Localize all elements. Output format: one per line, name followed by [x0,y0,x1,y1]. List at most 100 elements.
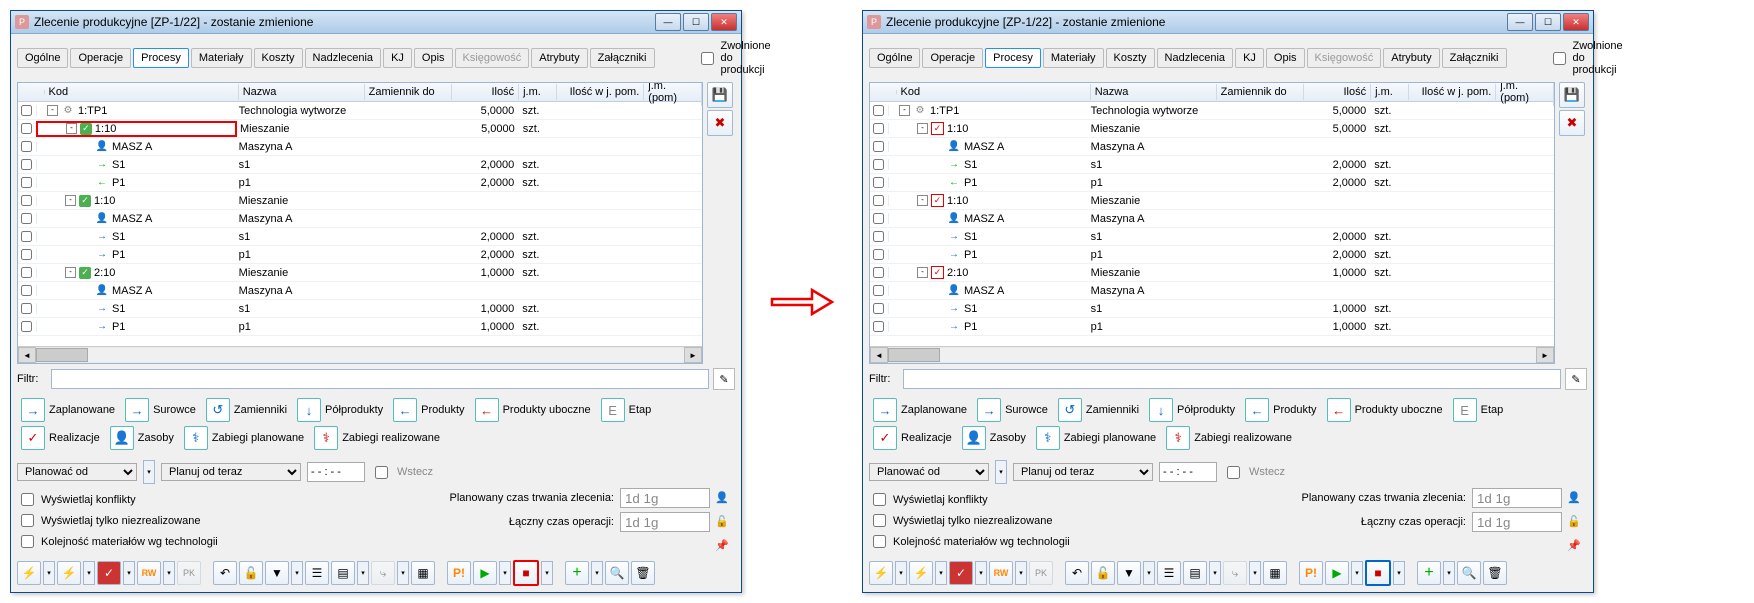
dropdown-icon[interactable]: ▾ [143,460,155,484]
minimize-button[interactable]: — [1507,13,1533,31]
tree-row[interactable]: ←P1p12,0000szt. [18,174,702,192]
rw-button[interactable]: RW [137,561,161,585]
tree-row[interactable]: →S1s12,0000szt. [870,228,1554,246]
tree-row[interactable]: -✓2:10Mieszanie1,0000szt. [870,264,1554,282]
expand-icon[interactable]: - [47,105,58,116]
tree-row[interactable]: -✓2:10Mieszanie1,0000szt. [18,264,702,282]
lightning-button[interactable]: ⚡ [17,561,41,585]
tab-kj[interactable]: KJ [1235,48,1264,68]
tab-procesy[interactable]: Procesy [985,48,1041,68]
titlebar[interactable]: P Zlecenie produkcyjne [ZP-1/22] - zosta… [11,11,741,34]
row-checkbox[interactable] [873,267,884,278]
tab-załączniki[interactable]: Załączniki [1442,48,1507,68]
tab-załączniki[interactable]: Załączniki [590,48,655,68]
release-checkbox[interactable] [1553,52,1566,65]
maximize-button[interactable]: ☐ [1535,13,1561,31]
tab-nadzlecenia[interactable]: Nadzlecenia [305,48,382,68]
row-checkbox[interactable] [21,303,32,314]
expand-icon[interactable]: - [65,267,76,278]
filter-input[interactable] [51,369,709,389]
tree-row[interactable]: 👤MASZ AMaszyna A [870,282,1554,300]
filter-input[interactable] [903,369,1561,389]
col-ilosc-pom[interactable]: Ilość w j. pom. [557,84,644,100]
tree-row[interactable]: 👤MASZ AMaszyna A [18,138,702,156]
row-checkbox[interactable] [21,231,32,242]
release-checkbox[interactable] [701,52,714,65]
row-checkbox[interactable] [21,213,32,224]
add-button[interactable]: + [565,561,589,585]
titlebar[interactable]: P Zlecenie produkcyjne [ZP-1/22] - zosta… [863,11,1593,34]
scroll-left-icon[interactable]: ◄ [18,347,36,363]
user-icon[interactable]: 👤 [1565,488,1583,506]
grid2-button[interactable]: ▦ [411,561,435,585]
col-jm[interactable]: j.m. [519,84,557,100]
row-checkbox[interactable] [21,267,32,278]
user-icon[interactable]: 👤 [713,488,731,506]
tree-row[interactable]: ←P1p12,0000szt. [870,174,1554,192]
save-button[interactable]: 💾 [707,82,733,108]
row-checkbox[interactable] [873,141,884,152]
niezreal-checkbox[interactable] [21,514,34,527]
tree-row[interactable]: 👤MASZ AMaszyna A [870,138,1554,156]
expand-icon[interactable]: - [917,267,928,278]
h-scrollbar[interactable]: ◄ ► [18,346,702,363]
tab-opis[interactable]: Opis [1266,48,1305,68]
plan-mode-select[interactable]: Planuj od teraz [1013,463,1153,481]
row-checkbox[interactable] [21,177,32,188]
row-checkbox[interactable] [873,231,884,242]
row-checkbox[interactable] [873,321,884,332]
check-button[interactable]: ✓ [97,561,121,585]
plan-time-input[interactable] [1159,462,1217,482]
row-checkbox[interactable] [873,285,884,296]
tab-ogólne[interactable]: Ogólne [17,48,68,68]
lock-icon[interactable]: 🔓 [1565,512,1583,530]
row-checkbox[interactable] [873,195,884,206]
row-checkbox[interactable] [873,159,884,170]
stop-button[interactable]: ■ [513,560,539,586]
row-checkbox[interactable] [873,213,884,224]
col-zamiennik[interactable]: Zamiennik do [365,84,452,100]
row-checkbox[interactable] [21,195,32,206]
wstecz-checkbox[interactable] [375,466,388,479]
tree-row[interactable]: 👤MASZ AMaszyna A [18,210,702,228]
row-checkbox[interactable] [21,285,32,296]
close-button[interactable]: ✕ [1563,13,1589,31]
tree-row[interactable]: 👤MASZ AMaszyna A [870,210,1554,228]
pin-icon[interactable]: 📌 [1565,536,1583,554]
tab-opis[interactable]: Opis [414,48,453,68]
row-checkbox[interactable] [873,249,884,260]
delete-button[interactable]: ✖ [707,110,733,136]
lock2-button[interactable]: 🔓 [239,561,263,585]
expand-icon[interactable]: - [899,105,910,116]
maximize-button[interactable]: ☐ [683,13,709,31]
tree-row[interactable]: -⚙1:TP1Technologia wytworze5,0000szt. [870,102,1554,120]
gantt-button[interactable]: ▤ [331,561,355,585]
tree-row[interactable]: -✓1:10Mieszanie5,0000szt. [870,120,1554,138]
lock-icon[interactable]: 🔓 [713,512,731,530]
back-button[interactable]: ↶ [213,561,237,585]
tab-materiały[interactable]: Materiały [1043,48,1104,68]
row-checkbox[interactable] [21,249,32,260]
col-kod[interactable]: Kod [45,84,239,100]
scroll-thumb[interactable] [36,348,88,362]
row-checkbox[interactable] [21,105,32,116]
tree-row[interactable]: →P1p12,0000szt. [18,246,702,264]
expand-icon[interactable]: - [917,123,928,134]
tree-row[interactable]: →S1s11,0000szt. [870,300,1554,318]
tab-procesy[interactable]: Procesy [133,48,189,68]
expand-icon[interactable]: - [66,123,77,134]
play-button[interactable]: ▶ [473,561,497,585]
stop-button[interactable]: ■ [1365,560,1391,586]
filter-clear-button[interactable]: ✎ [1565,368,1587,390]
row-checkbox[interactable] [21,141,32,152]
tree-row[interactable]: →S1s11,0000szt. [18,300,702,318]
expand-icon[interactable]: - [65,195,76,206]
tree-row[interactable]: 👤MASZ AMaszyna A [18,282,702,300]
process-grid[interactable]: Kod Nazwa Zamiennik do Ilość j.m. Ilość … [17,82,703,364]
row-checkbox[interactable] [21,321,32,332]
down-button[interactable]: ▼ [265,561,289,585]
tab-atrybuty[interactable]: Atrybuty [1383,48,1439,68]
tab-księgowość[interactable]: Księgowość [1307,48,1382,68]
kolejnosc-checkbox[interactable] [21,535,34,548]
tree-row[interactable]: -⚙1:TP1Technologia wytworze5,0000szt. [18,102,702,120]
